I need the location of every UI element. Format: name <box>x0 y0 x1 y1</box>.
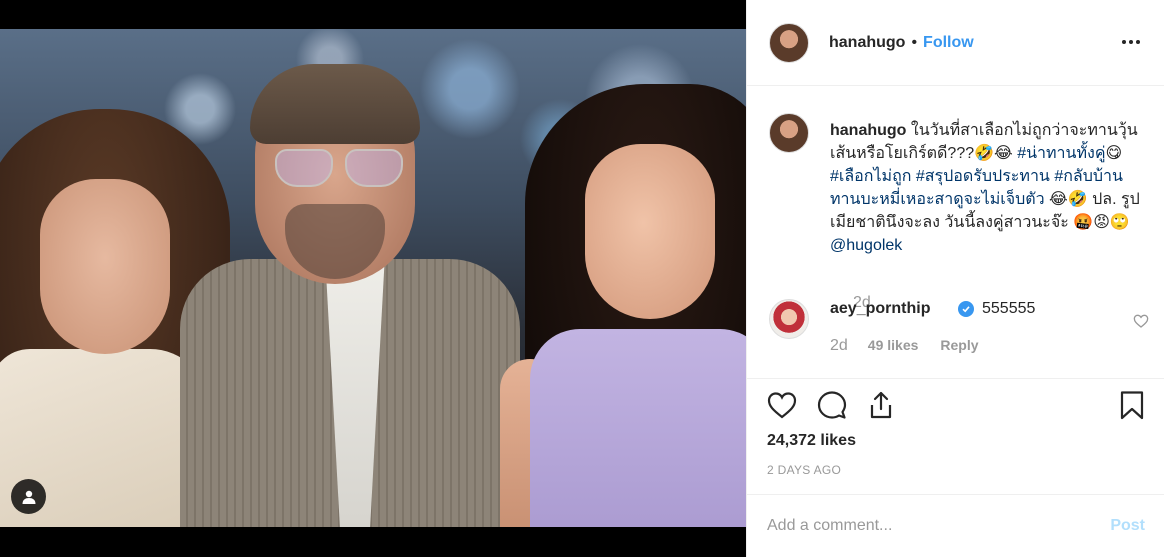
comments-section: hanahugo ในวันที่สาเลือกไม่ถูกว่าจะทานวุ… <box>747 87 1164 377</box>
comment-likes-count[interactable]: 49 likes <box>868 337 919 353</box>
follow-button[interactable]: Follow <box>923 34 974 52</box>
post-sidebar: hanahugo • Follow hanahugo ในวันที่สาเลื… <box>746 0 1164 557</box>
avatar[interactable] <box>769 113 809 153</box>
reply-button[interactable]: Reply <box>940 337 978 353</box>
post-photo[interactable] <box>0 29 746 527</box>
separator-dot: • <box>911 33 918 51</box>
share-icon[interactable] <box>865 389 897 421</box>
comment-icon[interactable] <box>816 389 848 421</box>
comment-text: 555555 <box>982 300 1036 317</box>
mention-link[interactable]: @hugolek <box>830 237 902 254</box>
caption-body: 😋 <box>1105 145 1123 162</box>
comment-timestamp: 2d <box>830 337 848 354</box>
hashtag-link[interactable]: #น่าทานทั้งคู่ <box>1017 145 1105 162</box>
caption-text: hanahugo ในวันที่สาเลือกไม่ถูกว่าจะทานวุ… <box>830 119 1150 257</box>
avatar[interactable] <box>769 299 809 339</box>
hashtag-link[interactable]: #เลือกไม่ถูก <box>830 168 911 185</box>
instagram-post-view: hanahugo • Follow hanahugo ในวันที่สาเลื… <box>0 0 1164 557</box>
comment-meta: 2d 49 likes Reply <box>830 337 979 355</box>
heart-icon[interactable] <box>766 389 798 421</box>
bookmark-icon[interactable] <box>1116 389 1148 421</box>
add-comment-bar: Post <box>747 494 1164 557</box>
comment-heart-icon[interactable] <box>1133 313 1149 329</box>
likes-count[interactable]: 24,372 likes <box>767 432 856 450</box>
photo-area <box>0 0 746 557</box>
verified-badge-icon <box>958 301 974 317</box>
user-tag-icon[interactable] <box>11 479 46 514</box>
comment-username[interactable]: aey_pornthip <box>830 300 930 318</box>
avatar[interactable] <box>769 22 809 63</box>
more-options-icon[interactable] <box>1119 30 1143 54</box>
post-date[interactable]: 2 DAYS AGO <box>767 463 841 477</box>
comment-input[interactable] <box>767 513 1087 539</box>
hashtag-link[interactable]: #สรุปอดรับประทาน <box>916 168 1050 185</box>
header-username[interactable]: hanahugo <box>829 34 905 52</box>
post-button[interactable]: Post <box>1110 517 1145 535</box>
post-actions: 24,372 likes 2 DAYS AGO <box>747 378 1164 494</box>
caption-username[interactable]: hanahugo <box>830 122 906 139</box>
post-header: hanahugo • Follow <box>747 0 1164 86</box>
